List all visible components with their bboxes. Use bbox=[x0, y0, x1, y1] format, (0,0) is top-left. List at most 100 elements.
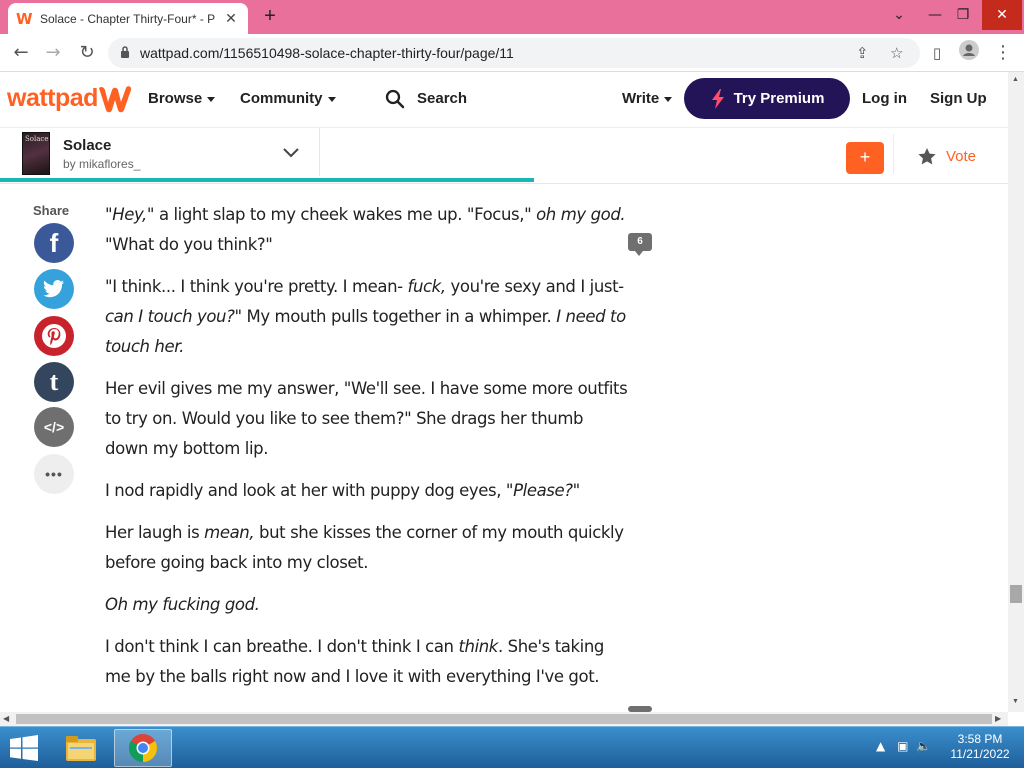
tumblr-share-button[interactable]: t bbox=[34, 362, 74, 402]
story-paragraph[interactable]: "Hey," a light slap to my cheek wakes me… bbox=[105, 200, 630, 260]
back-arrow-icon[interactable]: ← bbox=[8, 40, 34, 66]
vote-button[interactable]: Vote bbox=[918, 148, 976, 165]
vertical-scroll-thumb[interactable] bbox=[1010, 585, 1022, 603]
scroll-down-arrow-icon[interactable]: ▼ bbox=[1012, 698, 1019, 705]
windows-start-icon[interactable] bbox=[10, 735, 38, 761]
clock-date: 11/21/2022 bbox=[950, 747, 1010, 761]
story-paragraph[interactable]: I nod rapidly and look at her with puppy… bbox=[105, 476, 630, 506]
chevron-down-icon[interactable] bbox=[282, 147, 300, 159]
show-hidden-icons-icon[interactable]: ▲ bbox=[876, 739, 885, 753]
browse-menu[interactable]: Browse bbox=[148, 90, 216, 107]
write-caret-icon bbox=[664, 96, 673, 102]
cover-text: Solace bbox=[25, 135, 49, 143]
write-label: Write bbox=[622, 90, 660, 107]
horizontal-scrollbar[interactable]: ◀ ▶ bbox=[0, 712, 1008, 726]
embed-share-button[interactable]: </> bbox=[34, 407, 74, 447]
story-paragraph[interactable]: Oh my fucking god. bbox=[105, 590, 630, 620]
restore-button[interactable]: ❐ bbox=[946, 0, 980, 30]
scroll-up-arrow-icon[interactable]: ▲ bbox=[1012, 76, 1019, 83]
text-run: My mouth pulls together in a whimper. bbox=[241, 307, 557, 326]
italic-text-run: mean, bbox=[204, 523, 255, 542]
community-label: Community bbox=[240, 90, 323, 107]
text-run: "I think... I think you're pretty. I mea… bbox=[105, 277, 408, 296]
twitter-icon bbox=[43, 280, 64, 298]
italic-text-run: " oh my god. bbox=[524, 205, 626, 224]
italic-text-run: fuck, bbox=[407, 277, 447, 296]
reload-icon[interactable]: ↻ bbox=[74, 40, 100, 66]
write-menu[interactable]: Write bbox=[622, 90, 673, 107]
side-panel-icon[interactable]: ▯ bbox=[924, 40, 950, 66]
chrome-icon bbox=[129, 734, 157, 762]
sign-up-link[interactable]: Sign Up bbox=[930, 90, 987, 107]
url-field[interactable]: wattpad.com/1156510498-solace-chapter-th… bbox=[108, 38, 920, 68]
pinterest-icon bbox=[42, 324, 66, 348]
bookmark-star-icon[interactable]: ☆ bbox=[890, 44, 903, 62]
pinterest-share-button[interactable] bbox=[34, 316, 74, 356]
profile-avatar-icon[interactable] bbox=[956, 40, 982, 66]
chrome-taskbar-button[interactable] bbox=[114, 729, 172, 767]
scroll-right-arrow-icon[interactable]: ▶ bbox=[995, 714, 1001, 723]
italic-text-run: Hey," bbox=[112, 205, 155, 224]
search-icon[interactable] bbox=[385, 89, 405, 109]
close-window-button[interactable]: ✕ bbox=[982, 0, 1022, 30]
facebook-share-button[interactable]: f bbox=[34, 223, 74, 263]
star-icon bbox=[918, 148, 936, 165]
italic-text-run: Oh my fucking god. bbox=[105, 595, 260, 614]
browse-caret-icon bbox=[207, 96, 216, 102]
horizontal-scroll-thumb[interactable] bbox=[16, 714, 992, 724]
vote-label: Vote bbox=[946, 148, 977, 165]
comment-count-badge[interactable]: 6 bbox=[628, 233, 652, 256]
tab-search-chevron-icon[interactable]: ⌄ bbox=[882, 0, 916, 30]
twitter-share-button[interactable] bbox=[34, 269, 74, 309]
story-info-bar: Solace Solace by mikaflores_ + Vote bbox=[0, 128, 1008, 184]
browser-tab[interactable]: W Solace - Chapter Thirty-Four* - P ✕ bbox=[8, 3, 248, 34]
file-explorer-icon[interactable] bbox=[64, 733, 98, 763]
lock-icon bbox=[121, 46, 129, 58]
story-paragraph[interactable]: I don't think I can breathe. I don't thi… bbox=[105, 632, 630, 692]
text-run: a light slap to my cheek wakes me up. "F… bbox=[154, 205, 525, 224]
community-caret-icon bbox=[327, 96, 336, 102]
text-run: I don't think I can breathe. I don't thi… bbox=[105, 637, 459, 656]
text-run: I nod rapidly and look at her with puppy… bbox=[105, 481, 514, 500]
scroll-left-arrow-icon[interactable]: ◀ bbox=[3, 714, 9, 723]
share-label: Share bbox=[33, 203, 70, 218]
forward-arrow-icon[interactable]: → bbox=[40, 40, 66, 66]
italic-text-run: can I touch you?" bbox=[105, 307, 242, 326]
story-text: "Hey," a light slap to my cheek wakes me… bbox=[105, 200, 630, 704]
story-cover-image[interactable]: Solace bbox=[22, 132, 50, 175]
story-author[interactable]: by mikaflores_ bbox=[63, 157, 140, 171]
story-paragraph[interactable]: "I think... I think you're pretty. I mea… bbox=[105, 272, 630, 362]
volume-icon[interactable]: 🔈 bbox=[916, 739, 931, 753]
browser-title-bar: W Solace - Chapter Thirty-Four* - P ✕ + … bbox=[0, 0, 1024, 34]
wattpad-w-logo-icon[interactable] bbox=[97, 84, 133, 114]
add-to-library-button[interactable]: + bbox=[846, 142, 884, 174]
story-paragraph[interactable]: Her evil gives me my answer, "We'll see.… bbox=[105, 374, 630, 464]
tab-close-icon[interactable]: ✕ bbox=[222, 10, 240, 27]
search-button[interactable]: Search bbox=[417, 90, 467, 107]
italic-text-run: think bbox=[458, 637, 498, 656]
url-text: wattpad.com/1156510498-solace-chapter-th… bbox=[140, 45, 514, 61]
address-bar-row: ← → ↻ wattpad.com/1156510498-solace-chap… bbox=[0, 34, 1024, 72]
share-page-icon[interactable]: ⇪ bbox=[856, 44, 869, 62]
vertical-scrollbar[interactable]: ▲ ▼ bbox=[1008, 72, 1024, 712]
browser-menu-icon[interactable]: ⋮ bbox=[990, 40, 1016, 66]
divider bbox=[319, 128, 320, 176]
more-share-button[interactable]: ••• bbox=[34, 454, 74, 494]
community-menu[interactable]: Community bbox=[240, 90, 336, 107]
story-paragraph[interactable]: Her laugh is mean, but she kisses the co… bbox=[105, 518, 630, 578]
reading-progress-bar bbox=[0, 178, 535, 182]
new-tab-button[interactable]: + bbox=[258, 5, 282, 29]
taskbar-clock[interactable]: 3:58 PM 11/21/2022 bbox=[944, 732, 1016, 762]
wattpad-favicon-icon: W bbox=[16, 9, 33, 28]
text-run: Her evil gives me my answer, "We'll see.… bbox=[105, 379, 628, 458]
story-title[interactable]: Solace bbox=[63, 137, 111, 154]
network-icon[interactable]: ▣ bbox=[897, 739, 908, 753]
lightning-icon bbox=[711, 88, 724, 109]
try-premium-button[interactable]: Try Premium bbox=[684, 78, 850, 119]
wattpad-logo[interactable]: wattpad bbox=[7, 84, 98, 113]
browse-label: Browse bbox=[148, 90, 203, 107]
site-header: wattpad Browse Community Search Write Tr… bbox=[0, 72, 1008, 128]
log-in-link[interactable]: Log in bbox=[862, 90, 907, 107]
tumblr-icon: t bbox=[49, 367, 59, 396]
system-tray[interactable]: ▲ ▣ 🔈 bbox=[876, 739, 931, 753]
